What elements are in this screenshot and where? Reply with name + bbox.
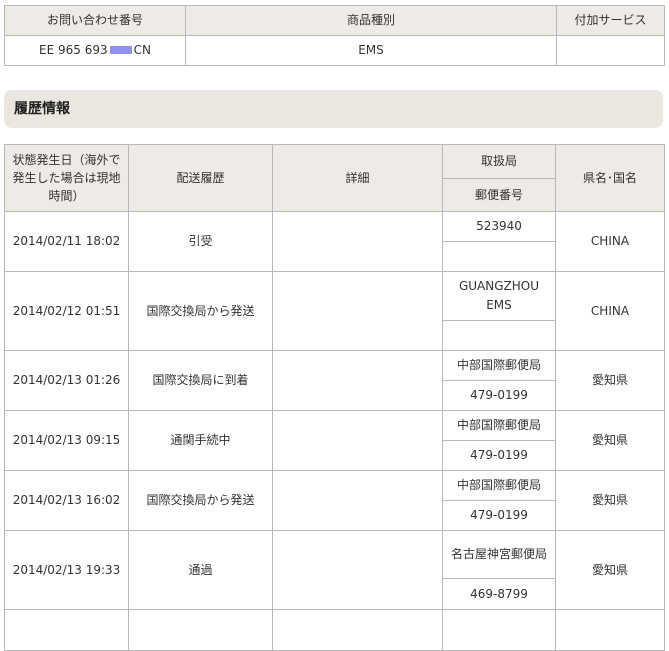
row-office: 中部国際郵便局 [443, 412, 555, 441]
summary-value-row: EE 965 693 CN EMS [4, 35, 665, 66]
history-header-row-1: 状態発生日（海外で発生した場合は現地時間） 配送履歴 詳細 取扱局 県名･国名 [4, 144, 665, 212]
row-office: 523940 [443, 213, 555, 242]
row-status: 通関手続中 [128, 410, 273, 471]
row-zip [444, 242, 555, 271]
row-region [555, 609, 665, 651]
additional-service-header: 付加サービス [556, 5, 665, 36]
row-detail [272, 211, 443, 272]
row-status: 通過 [128, 530, 273, 610]
row-region: 愛知県 [555, 410, 665, 471]
redaction-bar [109, 45, 132, 54]
row-office: 中部国際郵便局 [443, 352, 555, 381]
row-status: 国際交換局に到着 [128, 350, 273, 411]
row-detail [272, 609, 443, 651]
row-office-zip: GUANGZHOU EMS [442, 271, 556, 351]
row-office-zip: 名古屋神宮郵便局 469-8799 [442, 530, 556, 610]
row-zip: 479-0199 [470, 448, 528, 462]
row-date: 2014/02/13 01:26 [4, 350, 129, 411]
row-date: 2014/02/13 19:33 [4, 530, 129, 610]
row-office-zip: 中部国際郵便局 479-0199 [442, 470, 556, 531]
row-status [128, 609, 273, 651]
summary-header-row: お問い合わせ番号 商品種別 付加サービス [4, 5, 665, 36]
row-zip: 469-8799 [470, 586, 528, 601]
row-office: 名古屋神宮郵便局 [443, 532, 555, 579]
row-office: GUANGZHOU EMS [443, 273, 555, 321]
row-zip [444, 321, 555, 350]
table-row [4, 609, 665, 651]
table-row: 2014/02/12 01:51 国際交換局から発送 GUANGZHOU EMS… [4, 271, 665, 351]
row-detail [272, 470, 443, 531]
row-detail [272, 530, 443, 610]
row-status: 国際交換局から発送 [128, 470, 273, 531]
item-type-header: 商品種別 [185, 5, 557, 36]
row-date [4, 609, 129, 651]
row-zip: 479-0199 [470, 508, 528, 522]
detail-header: 詳細 [272, 144, 443, 212]
table-row: 2014/02/11 18:02 引受 523940 CHINA [4, 211, 665, 272]
history-section-title: 履歴情報 [4, 90, 663, 128]
date-header: 状態発生日（海外で発生した場合は現地時間） [4, 144, 129, 212]
row-zip: 479-0199 [470, 388, 528, 402]
table-row: 2014/02/13 16:02 国際交換局から発送 中部国際郵便局 479-0… [4, 470, 665, 531]
table-row: 2014/02/13 09:15 通関手続中 中部国際郵便局 479-0199 … [4, 410, 665, 471]
row-detail [272, 271, 443, 351]
region-header: 県名･国名 [555, 144, 665, 212]
row-region: 愛知県 [555, 530, 665, 610]
row-office: 中部国際郵便局 [443, 472, 555, 501]
row-date: 2014/02/11 18:02 [4, 211, 129, 272]
row-office [442, 609, 556, 651]
status-header: 配送履歴 [128, 144, 273, 212]
row-date: 2014/02/13 16:02 [4, 470, 129, 531]
table-row: 2014/02/13 01:26 国際交換局に到着 中部国際郵便局 479-01… [4, 350, 665, 411]
row-office-zip: 中部国際郵便局 479-0199 [442, 410, 556, 471]
row-office-zip: 中部国際郵便局 479-0199 [442, 350, 556, 411]
table-row: 2014/02/13 19:33 通過 名古屋神宮郵便局 469-8799 愛知… [4, 530, 665, 610]
history-table: 状態発生日（海外で発生した場合は現地時間） 配送履歴 詳細 取扱局 県名･国名 … [4, 144, 665, 651]
row-detail [272, 410, 443, 471]
row-office-zip: 523940 [442, 211, 556, 272]
item-type-cell: EMS [185, 35, 557, 66]
row-region: CHINA [555, 271, 665, 351]
row-date: 2014/02/12 01:51 [4, 271, 129, 351]
row-date: 2014/02/13 09:15 [4, 410, 129, 471]
row-status: 国際交換局から発送 [128, 271, 273, 351]
row-detail [272, 350, 443, 411]
inquiry-number-cell: EE 965 693 CN [4, 35, 186, 66]
inquiry-number-prefix: EE 965 693 [39, 43, 108, 57]
row-status: 引受 [128, 211, 273, 272]
office-header: 取扱局 [442, 144, 556, 179]
row-region: 愛知県 [555, 350, 665, 411]
summary-table: お問い合わせ番号 商品種別 付加サービス EE 965 693 CN EMS [4, 5, 665, 66]
row-region: CHINA [555, 211, 665, 272]
zip-header: 郵便番号 [442, 178, 556, 212]
additional-service-cell [556, 35, 665, 66]
row-region: 愛知県 [555, 470, 665, 531]
inquiry-number-suffix: CN [133, 43, 151, 57]
inquiry-number-header: お問い合わせ番号 [4, 5, 186, 36]
